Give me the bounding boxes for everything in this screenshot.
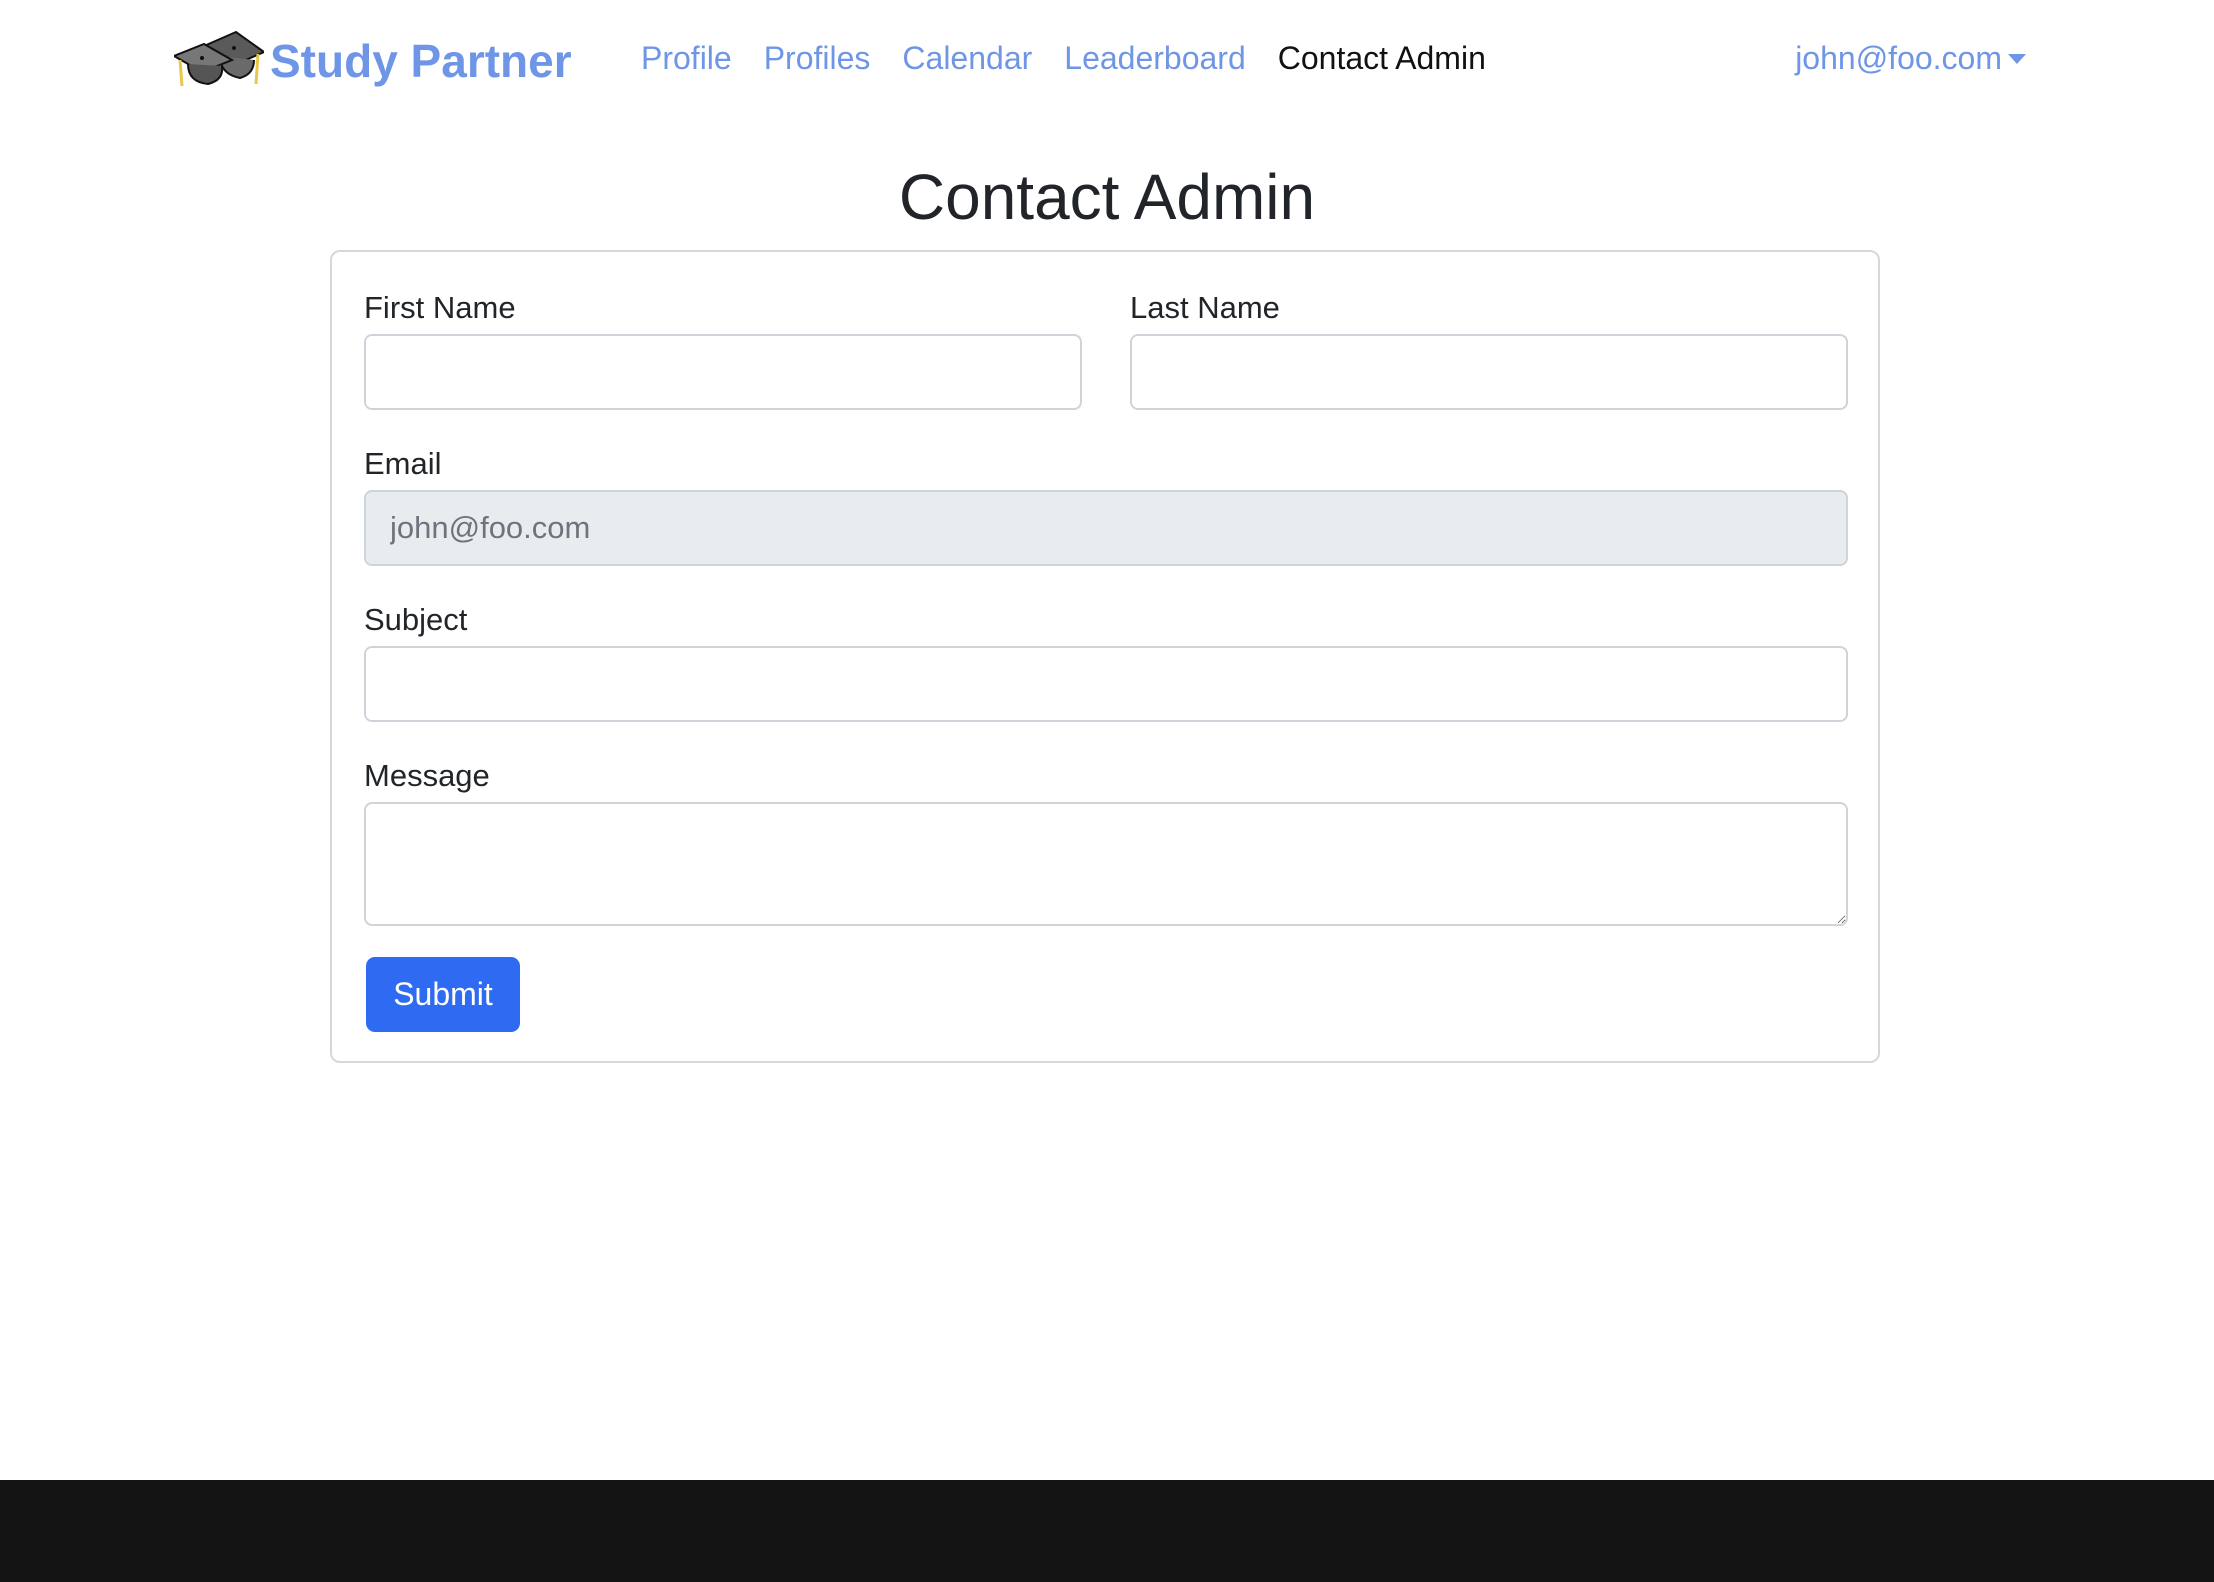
- nav-link-leaderboard[interactable]: Leaderboard: [1064, 40, 1245, 77]
- first-name-label: First Name: [364, 290, 516, 325]
- footer: [0, 1480, 2214, 1582]
- navbar: Study Partner Profile Profiles Calendar …: [0, 0, 2214, 128]
- message-label: Message: [364, 758, 490, 793]
- user-dropdown[interactable]: john@foo.com: [1795, 40, 2026, 77]
- subject-input[interactable]: [364, 646, 1848, 722]
- brand-link[interactable]: Study Partner: [171, 26, 572, 97]
- graduation-caps-logo-icon: [171, 26, 267, 97]
- email-input[interactable]: [364, 490, 1848, 566]
- brand-name: Study Partner: [270, 35, 572, 87]
- last-name-label: Last Name: [1130, 290, 1280, 325]
- last-name-input[interactable]: [1130, 334, 1848, 410]
- nav-link-calendar[interactable]: Calendar: [902, 40, 1032, 77]
- first-name-input[interactable]: [364, 334, 1082, 410]
- contact-form-card: First Name Last Name Email Subject Messa…: [330, 250, 1880, 1063]
- page-title: Contact Admin: [898, 161, 1316, 233]
- message-textarea[interactable]: [364, 802, 1848, 926]
- email-label: Email: [364, 446, 442, 481]
- subject-label: Subject: [364, 602, 468, 637]
- nav-link-profile[interactable]: Profile: [641, 40, 732, 77]
- submit-button[interactable]: Submit: [366, 957, 520, 1032]
- nav-link-contact-admin[interactable]: Contact Admin: [1278, 40, 1486, 77]
- nav-links: Profile Profiles Calendar Leaderboard Co…: [641, 40, 1518, 77]
- nav-link-profiles[interactable]: Profiles: [764, 40, 871, 77]
- caret-down-icon: [2008, 53, 2026, 64]
- user-email: john@foo.com: [1795, 40, 2002, 76]
